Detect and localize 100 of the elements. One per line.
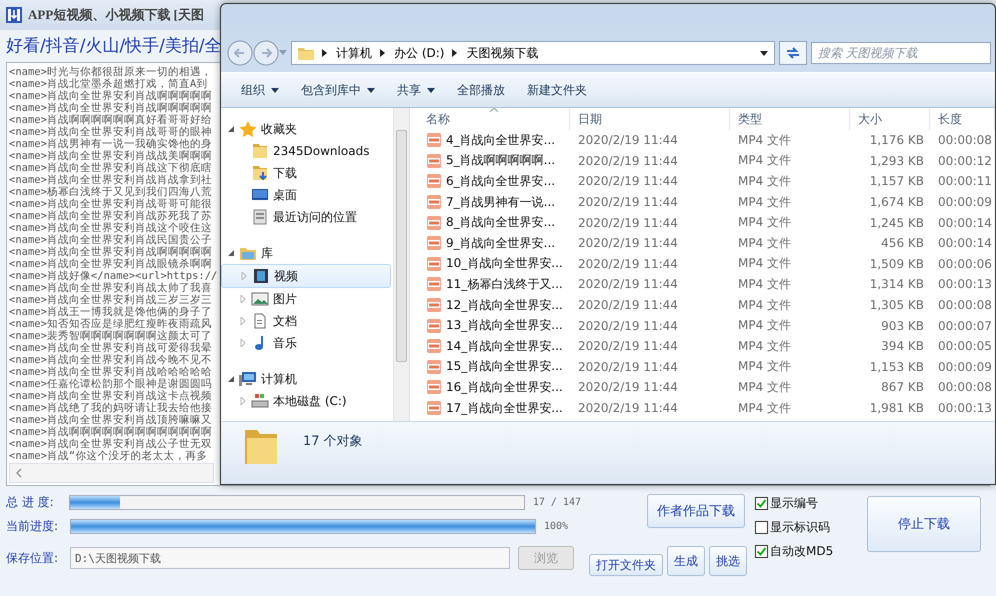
table-cell-text: 2020/2/19 11:44 — [577, 380, 679, 394]
table-cell-text: 1,245 KB — [868, 216, 925, 230]
file-name[interactable]: 14_肖战向全世界安... — [446, 338, 563, 355]
open-folder-button[interactable]: 打开文件夹 — [589, 554, 663, 576]
tree-item[interactable]: 计算机 — [221, 368, 391, 390]
table-cell-text: 2020/2/19 11:44 — [577, 339, 679, 354]
video-file-icon — [426, 194, 442, 210]
refresh-button[interactable] — [779, 41, 807, 65]
log-line: <name>肖战向全世界安利肖战肖战拿到社 — [9, 174, 212, 186]
expander-icon[interactable] — [227, 375, 235, 383]
caret-icon[interactable] — [271, 88, 279, 92]
table-cell-text: MP4 文件 — [737, 276, 792, 293]
column-header[interactable]: 类型 — [730, 108, 850, 130]
pick-button[interactable]: 挑选 — [709, 546, 747, 576]
log-line: <name>肖战北堂墨杀超燃打戏，简直A到 — [9, 78, 208, 90]
table-cell-text: 00:00:09 — [937, 360, 993, 374]
log-line: <name>肖战向全世界安利肖战顶胯嘛嘛又 — [9, 414, 212, 426]
tree-item[interactable]: 本地磁盘 (C:) — [221, 390, 391, 412]
table-cell-text: 00:00:13 — [937, 401, 993, 416]
checkbox[interactable] — [755, 544, 768, 558]
expander-icon[interactable] — [227, 249, 235, 257]
dropdown-caret-icon[interactable] — [760, 50, 768, 56]
tree-item[interactable]: 视频 — [221, 264, 391, 288]
desktop-icon — [251, 187, 269, 203]
generate-button[interactable]: 生成 — [667, 546, 705, 576]
column-header[interactable]: 日期 — [570, 108, 730, 130]
toolbar-button[interactable]: 新建文件夹 — [519, 78, 595, 102]
folder-icon — [251, 143, 269, 159]
file-name[interactable]: 17_肖战向全世界安... — [446, 400, 563, 417]
stop-download-button[interactable]: 停止下载 — [867, 496, 981, 552]
toolbar-button[interactable]: 全部播放 — [449, 78, 513, 102]
table-cell-text: 2020/2/19 11:44 — [577, 195, 679, 210]
table-cell-text: 2020/2/19 11:44 — [577, 154, 679, 168]
breadcrumb[interactable]: 办公 (D:) — [394, 44, 444, 62]
video-file-icon — [426, 379, 442, 396]
file-name[interactable]: 11_杨幂白浅终于又... — [446, 276, 563, 293]
file-name[interactable]: 16_肖战向全世界安... — [446, 378, 563, 396]
progress-label: 总 进 度: — [6, 494, 55, 510]
table-cell-text: 00:00:07 — [937, 318, 993, 333]
table-cell-text: MP4 文件 — [737, 194, 792, 211]
tree-item[interactable]: 图片 — [221, 288, 391, 310]
file-name[interactable]: 8_肖战向全世界安... — [446, 214, 556, 232]
option-label: 显示编号 — [770, 494, 818, 512]
tree-item[interactable]: 库 — [221, 242, 391, 264]
table-cell-text: 394 KB — [880, 339, 925, 354]
table-cell-text: 1,305 KB — [868, 298, 925, 312]
refresh-icon — [785, 46, 801, 60]
tree-item[interactable]: 音乐 — [221, 332, 391, 354]
log-line: <name>肖战向全世界安利肖战哥哥的眼神 — [9, 126, 212, 138]
expander-icon[interactable] — [227, 125, 235, 133]
address-bar[interactable]: 计算机 办公 (D:) 天图视频下载 — [291, 41, 775, 65]
table-cell-text: 2020/2/19 11:44 — [577, 318, 679, 333]
file-name[interactable]: 10_肖战向全世界安... — [446, 255, 563, 272]
table-cell-text: 1,674 KB — [868, 195, 925, 210]
tree-item[interactable]: 文档 — [221, 310, 391, 332]
column-header[interactable]: 名称 — [410, 108, 570, 130]
checkbox[interactable] — [755, 520, 768, 534]
toolbar-button[interactable]: 组织 — [233, 78, 287, 102]
star-icon — [239, 121, 257, 137]
table-cell-text: MP4 文件 — [737, 214, 792, 232]
chevron-icon[interactable] — [452, 49, 458, 57]
breadcrumb[interactable]: 计算机 — [336, 44, 372, 62]
file-name[interactable]: 13_肖战向全世界安... — [446, 317, 563, 334]
file-name[interactable]: 9_肖战向全世界安... — [446, 234, 556, 252]
column-header[interactable]: 长度 — [930, 108, 995, 130]
chevron-icon[interactable] — [322, 49, 328, 57]
file-name[interactable]: 4_肖战向全世界安... — [446, 132, 556, 149]
tree-item[interactable]: 2345Downloads — [221, 140, 391, 162]
toolbar-button[interactable]: 共享 — [389, 78, 443, 102]
table-cell-text: 903 KB — [880, 318, 925, 333]
caret-icon[interactable] — [427, 88, 435, 92]
file-name[interactable]: 5_肖战啊啊啊啊啊... — [446, 152, 556, 170]
video-file-icon — [426, 400, 442, 416]
log-line: <name>肖战男神有一说一我确实馋他的身 — [9, 138, 212, 150]
file-name[interactable]: 15_肖战向全世界安... — [446, 358, 563, 376]
log-line: <name>杨幂白浅终于又见到我们四海八荒 — [9, 186, 212, 198]
author-download-button[interactable]: 作者作品下载 — [647, 494, 745, 528]
column-header[interactable]: 大小 — [850, 108, 930, 130]
search-field[interactable]: 搜索 天图视频下载 — [811, 42, 991, 64]
table-cell-text: MP4 文件 — [737, 317, 792, 334]
scroll-left-icon[interactable] — [15, 468, 23, 478]
tree-item[interactable]: 最近访问的位置 — [221, 206, 391, 228]
tree-item[interactable]: 桌面 — [221, 184, 391, 206]
file-name[interactable]: 6_肖战向全世界安... — [446, 172, 556, 190]
vertical-scrollbar[interactable] — [393, 108, 409, 421]
toolbar-button[interactable]: 包含到库中 — [293, 78, 383, 102]
table-cell-text: MP4 文件 — [737, 358, 792, 376]
breadcrumb[interactable]: 天图视频下载 — [466, 44, 538, 62]
horizontal-scrollbar[interactable] — [9, 463, 214, 483]
video-file-icon — [426, 256, 442, 272]
file-name[interactable]: 7_肖战男神有一说... — [446, 194, 556, 211]
tree-item[interactable]: 下载 — [221, 162, 391, 184]
tree-item[interactable]: 收藏夹 — [221, 118, 391, 140]
file-name[interactable]: 12_肖战向全世界安... — [446, 296, 563, 314]
checkbox[interactable] — [755, 496, 768, 510]
table-cell-text: 00:00:08 — [937, 298, 993, 312]
table-cell-text: 1,981 KB — [868, 401, 925, 416]
save-path-field[interactable]: D:\天图视频下载 — [70, 547, 510, 569]
chevron-icon[interactable] — [380, 49, 386, 57]
caret-icon[interactable] — [367, 88, 375, 92]
